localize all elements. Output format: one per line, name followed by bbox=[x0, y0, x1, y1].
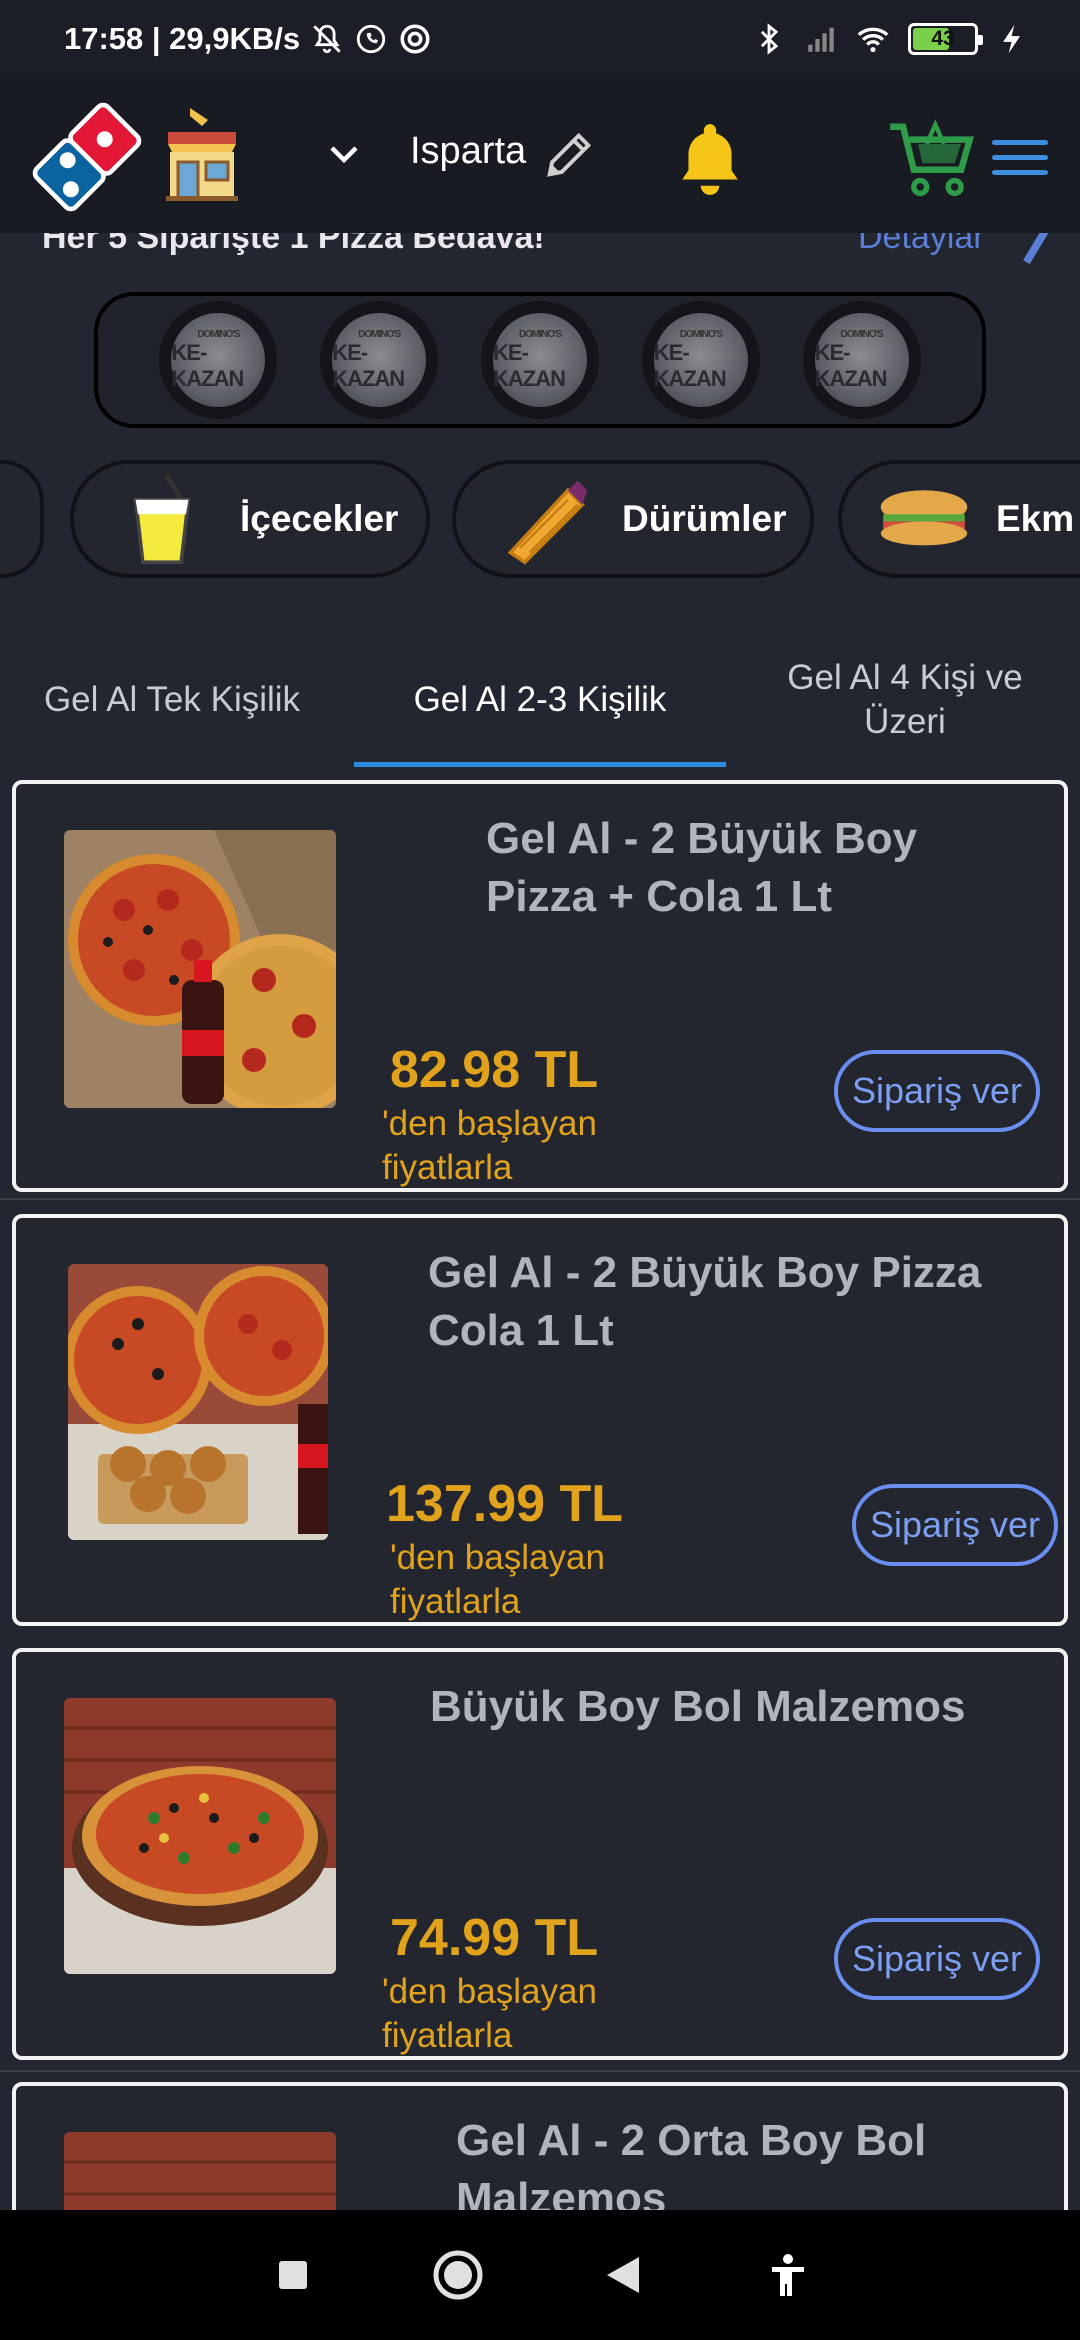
screen: 17:58 | 29,9KB/s 43 Isparta Her 5 Sipari… bbox=[0, 0, 1080, 2340]
store-icon[interactable] bbox=[160, 104, 244, 204]
divider bbox=[0, 2070, 1080, 2072]
accessibility-icon[interactable] bbox=[760, 2247, 816, 2303]
signal-icon bbox=[808, 27, 834, 52]
whatsapp-icon bbox=[356, 24, 386, 54]
battery-level: 43 bbox=[931, 27, 955, 50]
product-image bbox=[68, 1264, 328, 1540]
category-label: İçecekler bbox=[240, 498, 399, 539]
order-button[interactable]: Sipariş ver bbox=[834, 1918, 1040, 2000]
stamp-text: KE-KAZAN bbox=[171, 339, 244, 391]
stamp-text: KE-KAZAN bbox=[332, 339, 405, 391]
system-nav-bar bbox=[0, 2210, 1080, 2340]
category-label: Dürümler bbox=[622, 498, 787, 539]
product-price: 82.98 TL bbox=[390, 1041, 599, 1099]
stamp-brand: DOMINO'S bbox=[518, 328, 562, 340]
charging-icon bbox=[1003, 24, 1021, 54]
product-price: 137.99 TL bbox=[386, 1475, 624, 1533]
stamp: DOMINO'S KE-KAZAN bbox=[320, 301, 439, 419]
active-tab-indicator bbox=[354, 762, 726, 767]
wifi-icon bbox=[857, 27, 889, 53]
order-button[interactable]: Sipariş ver bbox=[852, 1484, 1058, 1566]
stamp-brand: DOMINO'S bbox=[679, 328, 723, 340]
city-name[interactable]: Isparta bbox=[410, 130, 526, 173]
tab-tek-kisilik[interactable]: Gel Al Tek Kişilik bbox=[22, 680, 322, 720]
stamp-text: KE-KAZAN bbox=[814, 339, 888, 391]
category-label: Ekm bbox=[996, 498, 1075, 539]
stamp-text: KE-KAZAN bbox=[653, 339, 727, 391]
battery-icon: 43 bbox=[908, 23, 983, 55]
tab-2-3-kisilik[interactable]: Gel Al 2-3 Kişilik bbox=[354, 680, 726, 720]
tab-4-kisi[interactable]: Gel Al 4 Kişi ve Üzeri bbox=[760, 656, 1050, 744]
drink-icon bbox=[133, 474, 191, 564]
menu-icon[interactable] bbox=[992, 140, 1048, 178]
bell-icon[interactable] bbox=[672, 118, 748, 198]
product-title: Gel Al - 2 Büyük Boy Pizza + Cola 1 Lt bbox=[486, 814, 918, 921]
category-chip-icecekler[interactable]: İçecekler bbox=[70, 460, 430, 578]
bluetooth-icon bbox=[760, 23, 779, 55]
category-scroller[interactable]: İçecekler Dürümler Ekm bbox=[0, 460, 1080, 582]
sync-icon bbox=[400, 24, 430, 54]
stamp: DOMINO'S KE-KAZAN bbox=[802, 301, 921, 419]
divider bbox=[0, 1198, 1080, 1200]
stamp: DOMINO'S KE-KAZAN bbox=[159, 301, 278, 419]
product-title: Büyük Boy Bol Malzemos bbox=[430, 1682, 966, 1731]
stamp-brand: DOMINO'S bbox=[840, 328, 884, 340]
price-caption: 'den başlayan fiyatlarla bbox=[382, 1972, 597, 2055]
cart-icon[interactable] bbox=[888, 118, 974, 200]
mute-icon bbox=[313, 24, 341, 54]
product-image bbox=[64, 830, 336, 1108]
stamp: DOMINO'S KE-KAZAN bbox=[641, 301, 760, 419]
category-chip-partial[interactable] bbox=[0, 460, 44, 578]
app-header: Isparta bbox=[0, 78, 1080, 233]
status-bar: 17:58 | 29,9KB/s 43 bbox=[0, 0, 1080, 78]
stamp: DOMINO'S KE-KAZAN bbox=[480, 301, 599, 419]
product-card[interactable]: Büyük Boy Bol Malzemos 74.99 TL 'den baş… bbox=[12, 1648, 1068, 2060]
category-chip-durumler[interactable]: Dürümler bbox=[452, 460, 814, 578]
order-button[interactable]: Sipariş ver bbox=[834, 1050, 1040, 1132]
price-caption: 'den başlayan fiyatlarla bbox=[382, 1104, 597, 1187]
dominos-logo[interactable] bbox=[30, 100, 144, 214]
product-price: 74.99 TL bbox=[390, 1909, 599, 1967]
time-speed: 17:58 | 29,9KB/s bbox=[64, 21, 301, 56]
product-image bbox=[64, 1698, 336, 1974]
pencil-icon[interactable] bbox=[540, 126, 598, 184]
home-icon[interactable] bbox=[430, 2247, 486, 2303]
product-card[interactable]: Gel Al - 2 Büyük Boy Pizza Cola 1 Lt 137… bbox=[12, 1214, 1068, 1626]
recents-icon[interactable] bbox=[265, 2247, 321, 2303]
back-icon[interactable] bbox=[595, 2247, 651, 2303]
stamp-brand: DOMINO'S bbox=[358, 328, 401, 340]
product-title: Gel Al - 2 Büyük Boy Pizza Cola 1 Lt bbox=[428, 1248, 982, 1355]
price-caption: 'den başlayan fiyatlarla bbox=[390, 1538, 605, 1621]
chevron-down-icon[interactable] bbox=[326, 136, 362, 172]
sandwich-icon bbox=[880, 490, 968, 546]
product-card[interactable]: Gel Al - 2 Büyük Boy Pizza + Cola 1 Lt 8… bbox=[12, 780, 1068, 1192]
wrap-icon bbox=[507, 480, 588, 565]
category-chip-ekmek[interactable]: Ekm bbox=[838, 460, 1080, 578]
stamp-brand: DOMINO'S bbox=[197, 328, 240, 340]
stamp-text: KE-KAZAN bbox=[492, 339, 566, 391]
loyalty-stamps: DOMINO'S KE-KAZAN DOMINO'S KE-KAZAN DOMINO… bbox=[94, 292, 986, 428]
